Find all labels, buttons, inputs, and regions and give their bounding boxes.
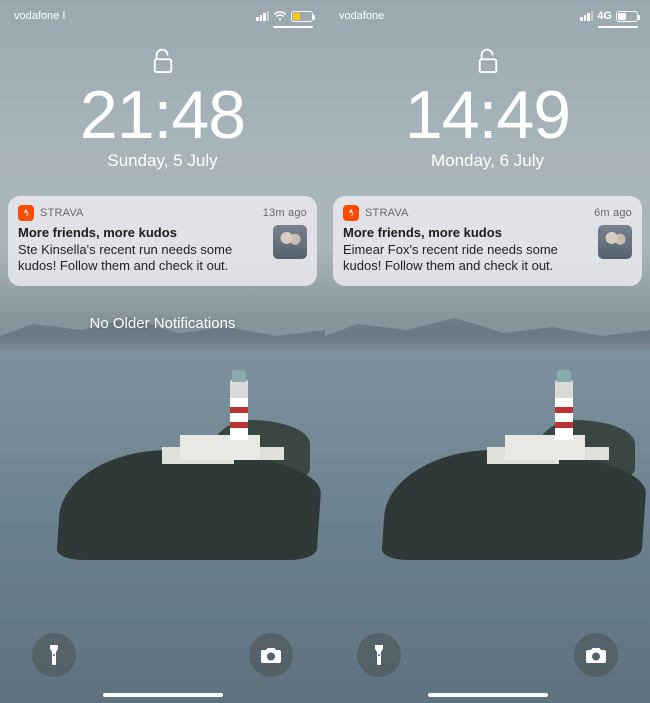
wallpaper-lighthouse	[555, 380, 573, 440]
wallpaper-headland	[385, 400, 645, 560]
unlock-icon	[152, 48, 174, 76]
lock-area: 14:49 Monday, 6 July	[325, 48, 650, 171]
clock-date: Sunday, 5 July	[0, 151, 325, 171]
camera-icon	[260, 646, 282, 664]
battery-fill	[293, 13, 300, 20]
lockscreen-shortcuts	[325, 633, 650, 677]
lockscreen-right: vodafone 4G 14:49 Monday, 6 July STRAVA …	[325, 0, 650, 703]
notification-thumbnail	[598, 225, 632, 259]
notification-thumbnail	[273, 225, 307, 259]
notification-card[interactable]: STRAVA 13m ago More friends, more kudos …	[8, 196, 317, 286]
notification-card[interactable]: STRAVA 6m ago More friends, more kudos E…	[333, 196, 642, 286]
wallpaper-headland	[60, 400, 320, 560]
flashlight-icon	[45, 644, 63, 666]
battery-icon	[616, 11, 638, 22]
notification-message: Ste Kinsella's recent run needs some kud…	[18, 242, 265, 275]
notification-time-ago: 6m ago	[594, 207, 632, 219]
strava-app-icon	[343, 205, 359, 221]
camera-icon	[585, 646, 607, 664]
flashlight-icon	[370, 644, 388, 666]
lockscreen-left: vodafone I 21:48 Sunday, 5 July STRAVA 1…	[0, 0, 325, 703]
flashlight-button[interactable]	[32, 633, 76, 677]
status-bar: vodafone 4G	[325, 6, 650, 26]
notification-header: STRAVA 13m ago	[18, 205, 307, 221]
lock-area: 21:48 Sunday, 5 July	[0, 48, 325, 171]
no-older-notifications-label: No Older Notifications	[0, 315, 325, 332]
signal-icon	[580, 11, 593, 21]
network-type-label: 4G	[597, 10, 612, 22]
clock-time: 21:48	[0, 80, 325, 151]
wifi-icon	[273, 11, 287, 21]
clock-date: Monday, 6 July	[325, 151, 650, 171]
flashlight-button[interactable]	[357, 633, 401, 677]
battery-fill	[618, 13, 626, 20]
notification-message: Eimear Fox's recent ride needs some kudo…	[343, 242, 590, 275]
status-bar: vodafone I	[0, 6, 325, 26]
clock-time: 14:49	[325, 80, 650, 151]
signal-icon	[256, 11, 269, 21]
notification-body: More friends, more kudos Eimear Fox's re…	[343, 225, 632, 275]
notification-body: More friends, more kudos Ste Kinsella's …	[18, 225, 307, 275]
notification-header: STRAVA 6m ago	[343, 205, 632, 221]
wallpaper-lighthouse	[230, 380, 248, 440]
notification-title: More friends, more kudos	[343, 225, 590, 242]
carrier-label: vodafone I	[14, 10, 65, 22]
camera-button[interactable]	[574, 633, 618, 677]
charging-indicator-line	[598, 26, 638, 28]
notification-app-name: STRAVA	[40, 207, 263, 219]
charging-indicator-line	[273, 26, 313, 28]
home-indicator[interactable]	[428, 693, 548, 697]
unlock-icon	[477, 48, 499, 76]
lockscreen-shortcuts	[0, 633, 325, 677]
carrier-label: vodafone	[339, 10, 384, 22]
camera-button[interactable]	[249, 633, 293, 677]
strava-app-icon	[18, 205, 34, 221]
home-indicator[interactable]	[103, 693, 223, 697]
notification-title: More friends, more kudos	[18, 225, 265, 242]
status-right	[256, 11, 313, 22]
notification-time-ago: 13m ago	[263, 207, 307, 219]
battery-icon	[291, 11, 313, 22]
status-right: 4G	[580, 10, 638, 22]
notification-app-name: STRAVA	[365, 207, 594, 219]
